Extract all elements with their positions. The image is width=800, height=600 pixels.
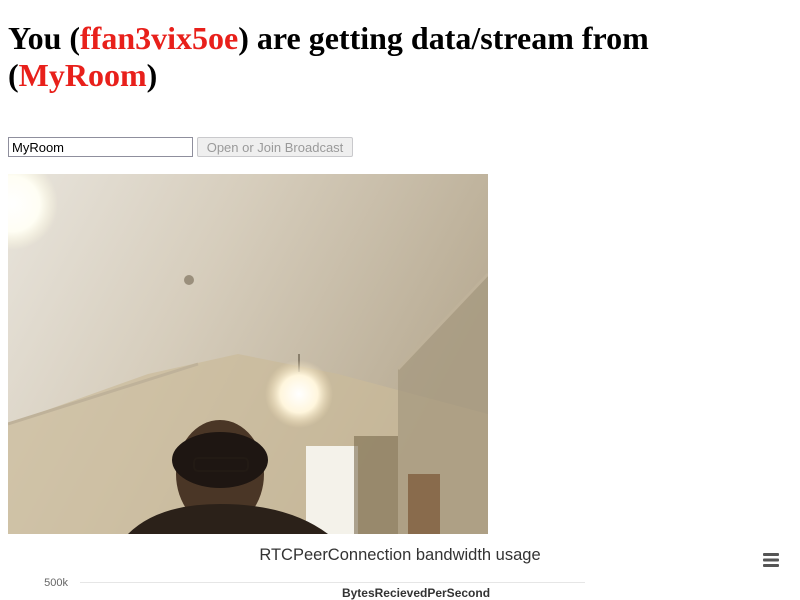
window [306, 446, 358, 534]
ceiling-fixture [184, 275, 194, 285]
video-frame [8, 174, 488, 534]
heading-suffix: ) [146, 57, 158, 93]
shelf-items [408, 474, 440, 534]
pendant-lamp [265, 360, 333, 428]
heading-prefix: You ( [8, 20, 81, 56]
page-heading: You (ffan3vix5oe) are getting data/strea… [8, 20, 788, 94]
legend-item[interactable]: BytesRecievedPerSecond [300, 586, 532, 600]
open-or-join-broadcast-button[interactable]: Open or Join Broadcast [197, 137, 353, 157]
room-name: MyRoom [18, 57, 147, 93]
user-id: ffan3vix5oe [80, 20, 239, 56]
remote-video-stream [8, 174, 488, 534]
person-hair [172, 432, 268, 488]
curtain [354, 436, 398, 534]
room-name-input[interactable] [8, 137, 193, 157]
